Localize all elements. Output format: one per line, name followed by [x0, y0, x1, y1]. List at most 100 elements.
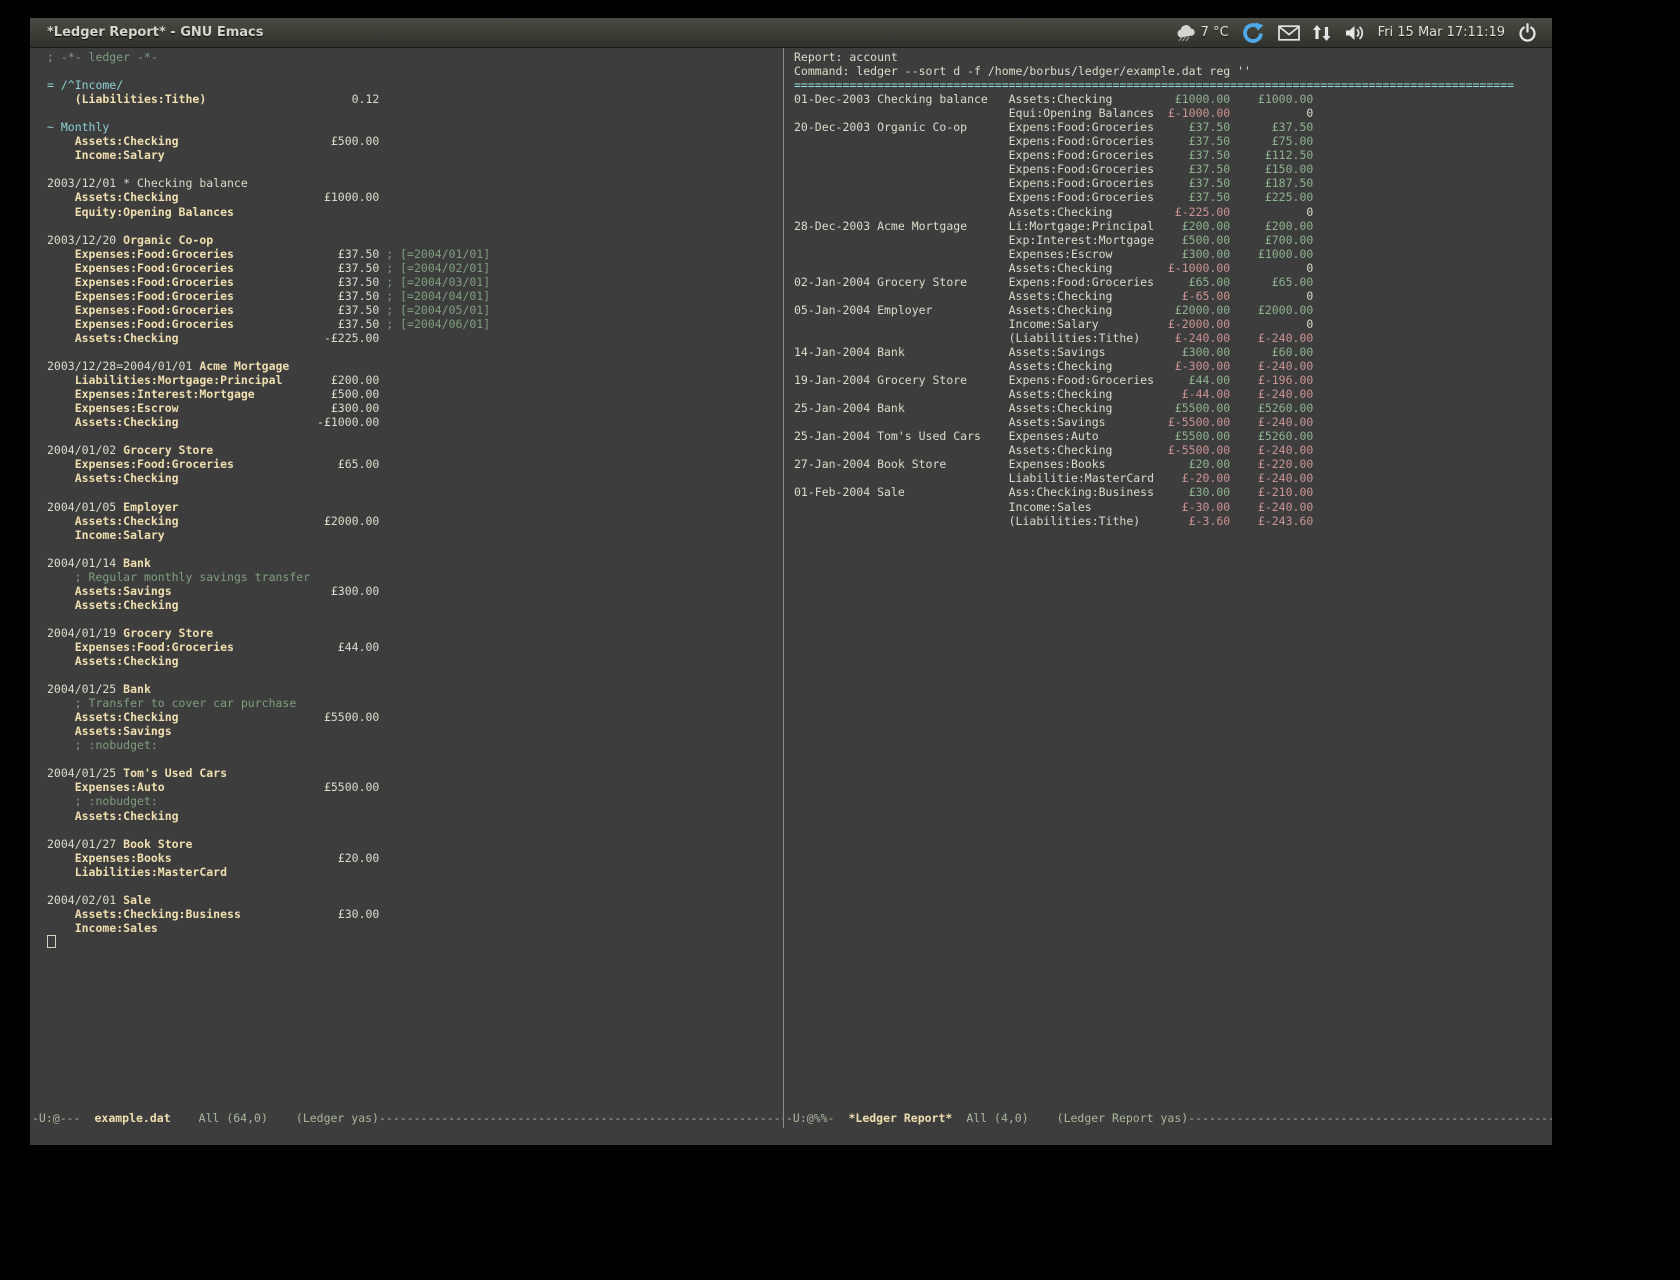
register-line[interactable]: 01-Dec-2003 Checking balance Assets:Chec…	[794, 92, 1552, 106]
modeline-left[interactable]: -U:@---example.datAll (64,0)(Ledger yas)…	[30, 1108, 783, 1128]
buffer-line[interactable]: 2003/12/28=2004/01/01 Acme Mortgage	[47, 359, 783, 373]
register-line[interactable]: 01-Feb-2004 Sale Ass:Checking:Business £…	[794, 485, 1552, 499]
buffer-line[interactable]	[47, 162, 783, 176]
register-line[interactable]: 20-Dec-2003 Organic Co-op Expens:Food:Gr…	[794, 120, 1552, 134]
buffer-line[interactable]: Assets:Checking	[47, 471, 783, 485]
buffer-line[interactable]: Expenses:Food:Groceries £37.50 ; [=2004/…	[47, 289, 783, 303]
buffer-line[interactable]	[47, 542, 783, 556]
weather-applet[interactable]: 7 °C	[1175, 24, 1229, 42]
buffer-line[interactable]: 2004/01/14 Bank	[47, 556, 783, 570]
register-line[interactable]: 05-Jan-2004 Employer Assets:Checking £20…	[794, 303, 1552, 317]
register-line[interactable]: 19-Jan-2004 Grocery Store Expens:Food:Gr…	[794, 373, 1552, 387]
buffer-line[interactable]: Expenses:Auto £5500.00	[47, 780, 783, 794]
register-line[interactable]: Assets:Checking £-5500.00 £-240.00	[794, 443, 1552, 457]
buffer-line[interactable]	[47, 106, 783, 120]
buffer-line[interactable]: Assets:Checking £5500.00	[47, 710, 783, 724]
buffer-line[interactable]: 2004/01/25 Bank	[47, 682, 783, 696]
register-line[interactable]: Equi:Opening Balances £-1000.00 0	[794, 106, 1552, 120]
register-line[interactable]: Assets:Checking £-65.00 0	[794, 289, 1552, 303]
minibuffer-echo-area[interactable]	[30, 1128, 1552, 1145]
buffer-line[interactable]	[47, 485, 783, 499]
register-line[interactable]: 27-Jan-2004 Book Store Expenses:Books £2…	[794, 457, 1552, 471]
buffer-line[interactable]: Liabilities:MasterCard	[47, 865, 783, 879]
buffer-line[interactable]: Equity:Opening Balances	[47, 205, 783, 219]
buffer-line[interactable]: 2004/01/05 Employer	[47, 500, 783, 514]
buffer-line[interactable]: Assets:Savings	[47, 724, 783, 738]
buffer-line[interactable]: ; :nobudget:	[47, 794, 783, 808]
modeline-mode[interactable]: (Ledger yas)	[296, 1111, 379, 1125]
register-line[interactable]: (Liabilities:Tithe) £-3.60 £-243.60	[794, 514, 1552, 528]
buffer-line[interactable]	[47, 935, 783, 949]
modeline-mode[interactable]: (Ledger Report yas)	[1057, 1111, 1189, 1125]
register-line[interactable]: Assets:Checking £-1000.00 0	[794, 261, 1552, 275]
report-buffer[interactable]: Report: account Command: ledger --sort d…	[784, 48, 1552, 1108]
buffer-line[interactable]: ~ Monthly	[47, 120, 783, 134]
buffer-line[interactable]	[47, 64, 783, 78]
buffer-line[interactable]: Income:Salary	[47, 148, 783, 162]
register-line[interactable]: 14-Jan-2004 Bank Assets:Savings £300.00 …	[794, 345, 1552, 359]
buffer-line[interactable]: Expenses:Food:Groceries £44.00	[47, 640, 783, 654]
buffer-line[interactable]: Expenses:Food:Groceries £37.50 ; [=2004/…	[47, 247, 783, 261]
buffer-line[interactable]: Assets:Checking	[47, 809, 783, 823]
buffer-line[interactable]: Expenses:Food:Groceries £37.50 ; [=2004/…	[47, 275, 783, 289]
register-line[interactable]: Expenses:Escrow £300.00 £1000.00	[794, 247, 1552, 261]
buffer-line[interactable]: Assets:Checking -£1000.00	[47, 415, 783, 429]
buffer-line[interactable]: Assets:Savings £300.00	[47, 584, 783, 598]
buffer-line[interactable]: ; -*- ledger -*-	[47, 50, 783, 64]
buffer-line[interactable]: 2003/12/20 Organic Co-op	[47, 233, 783, 247]
register-line[interactable]: Exp:Interest:Mortgage £500.00 £700.00	[794, 233, 1552, 247]
buffer-line[interactable]: ; :nobudget:	[47, 738, 783, 752]
buffer-line[interactable]	[47, 752, 783, 766]
modeline-buffer-name[interactable]: example.dat	[94, 1111, 170, 1125]
buffer-line[interactable]: 2004/01/27 Book Store	[47, 837, 783, 851]
register-line[interactable]: Assets:Savings £-5500.00 £-240.00	[794, 415, 1552, 429]
modeline-right[interactable]: -U:@%%-*Ledger Report*All (4,0)(Ledger R…	[784, 1108, 1552, 1128]
register-line[interactable]: Assets:Checking £-44.00 £-240.00	[794, 387, 1552, 401]
buffer-line[interactable]: Income:Sales	[47, 921, 783, 935]
buffer-line[interactable]: Expenses:Books £20.00	[47, 851, 783, 865]
buffer-line[interactable]: = /^Income/	[47, 78, 783, 92]
register-line[interactable]: 28-Dec-2003 Acme Mortgage Li:Mortgage:Pr…	[794, 219, 1552, 233]
buffer-line[interactable]: 2003/12/01 * Checking balance	[47, 176, 783, 190]
buffer-line[interactable]	[47, 823, 783, 837]
buffer-line[interactable]: (Liabilities:Tithe) 0.12	[47, 92, 783, 106]
register-line[interactable]: Expens:Food:Groceries £37.50 £150.00	[794, 162, 1552, 176]
buffer-line[interactable]	[47, 345, 783, 359]
buffer-line[interactable]	[47, 219, 783, 233]
clock[interactable]: Fri 15 Mar 17:11:19	[1378, 25, 1505, 40]
power-icon[interactable]	[1518, 23, 1537, 42]
register-line[interactable]: Assets:Checking £-300.00 £-240.00	[794, 359, 1552, 373]
buffer-line[interactable]: ; Regular monthly savings transfer	[47, 570, 783, 584]
buffer-line[interactable]: Assets:Checking £500.00	[47, 134, 783, 148]
buffer-line[interactable]: Income:Salary	[47, 528, 783, 542]
buffer-line[interactable]: 2004/01/19 Grocery Store	[47, 626, 783, 640]
register-line[interactable]: 25-Jan-2004 Tom's Used Cars Expenses:Aut…	[794, 429, 1552, 443]
buffer-line[interactable]	[47, 612, 783, 626]
buffer-line[interactable]	[47, 429, 783, 443]
register-line[interactable]: Assets:Checking £-225.00 0	[794, 205, 1552, 219]
register-line[interactable]: Expens:Food:Groceries £37.50 £112.50	[794, 148, 1552, 162]
modeline-buffer-name[interactable]: *Ledger Report*	[848, 1111, 952, 1125]
mail-icon[interactable]	[1278, 25, 1300, 41]
refresh-icon[interactable]	[1242, 22, 1265, 43]
buffer-line[interactable]	[47, 668, 783, 682]
buffer-line[interactable]: Expenses:Food:Groceries £37.50 ; [=2004/…	[47, 261, 783, 275]
register-line[interactable]: Expens:Food:Groceries £37.50 £75.00	[794, 134, 1552, 148]
buffer-line[interactable]: ; Transfer to cover car purchase	[47, 696, 783, 710]
buffer-line[interactable]: Assets:Checking	[47, 654, 783, 668]
register-line[interactable]: Expens:Food:Groceries £37.50 £225.00	[794, 190, 1552, 204]
buffer-line[interactable]: Expenses:Food:Groceries £37.50 ; [=2004/…	[47, 303, 783, 317]
buffer-line[interactable]: Liabilities:Mortgage:Principal £200.00	[47, 373, 783, 387]
register-line[interactable]: Income:Salary £-2000.00 0	[794, 317, 1552, 331]
register-line[interactable]: 02-Jan-2004 Grocery Store Expens:Food:Gr…	[794, 275, 1552, 289]
register-line[interactable]: Liabilitie:MasterCard £-20.00 £-240.00	[794, 471, 1552, 485]
buffer-line[interactable]: 2004/02/01 Sale	[47, 893, 783, 907]
register-line[interactable]: (Liabilities:Tithe) £-240.00 £-240.00	[794, 331, 1552, 345]
ledger-buffer[interactable]: ; -*- ledger -*- = /^Income/ (Liabilities…	[30, 48, 783, 1108]
buffer-line[interactable]: Assets:Checking -£225.00	[47, 331, 783, 345]
buffer-line[interactable]: Assets:Checking £2000.00	[47, 514, 783, 528]
register-line[interactable]: Income:Sales £-30.00 £-240.00	[794, 500, 1552, 514]
register-line[interactable]: Expens:Food:Groceries £37.50 £187.50	[794, 176, 1552, 190]
volume-icon[interactable]	[1344, 24, 1365, 42]
buffer-line[interactable]: Expenses:Food:Groceries £37.50 ; [=2004/…	[47, 317, 783, 331]
